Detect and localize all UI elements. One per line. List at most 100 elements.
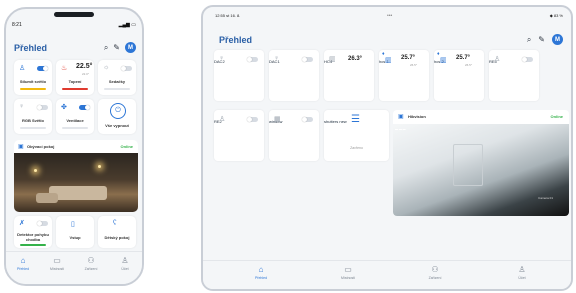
nav-mistnosti[interactable]: ▭ Místnosti: [40, 257, 74, 272]
sun-icon: ☼: [103, 64, 110, 71]
heating-icon: ▥: [329, 56, 336, 63]
tile-label: Dětský pokoj: [104, 235, 130, 240]
window-icon: ▦: [274, 116, 281, 123]
tile-label: shutters new: [324, 119, 347, 124]
tile-label: Vše vypnout: [105, 123, 129, 128]
temperature-value: 26.3°: [348, 56, 363, 62]
toggle-switch[interactable]: [37, 221, 48, 226]
nav-label: Účet: [121, 267, 129, 271]
tile-detsky-pokoj[interactable]: ʕ Dětský pokoj: [98, 216, 136, 248]
wall-object: [453, 144, 483, 186]
toggle-switch[interactable]: [247, 117, 258, 122]
user-icon: ♙: [121, 256, 129, 265]
nav-zarizeni[interactable]: ⚇ Zařízení: [74, 257, 108, 272]
tile-detektor-pohybu[interactable]: ✗ Detektor pohybu chodba: [14, 216, 52, 248]
ceiling-light-icon: ♙: [19, 65, 26, 72]
tile-hcs2[interactable]: ♦ ▥ 25.7° 26.5° hcs 2: [434, 50, 484, 101]
tile-re2[interactable]: ♙ RE2: [214, 110, 264, 161]
tile-vse-vypnout[interactable]: ⏻ Vše vypnout: [98, 99, 136, 134]
edit-icon[interactable]: ✎: [538, 35, 545, 44]
tile-shutters-new[interactable]: ☰ shutters new Zavřeno: [324, 110, 389, 161]
tile-label: RGB Světlo: [21, 118, 44, 123]
phone-status-bar: 8:21 ▂▄▆ ▭: [12, 22, 136, 32]
camera-feed-image[interactable]: [14, 153, 138, 212]
nav-prehled[interactable]: ⌂ Přehled: [244, 265, 278, 281]
tile-label: Sedačky: [108, 79, 126, 84]
camera-icon: ▣: [398, 114, 404, 120]
tile-sedacky[interactable]: ☼ Sedačky: [98, 60, 136, 95]
phone-notch: [54, 12, 94, 17]
tile-vstup[interactable]: ▯ Vstup: [56, 216, 94, 248]
avatar[interactable]: M: [125, 42, 136, 53]
camera-overlay-label: Camera 01: [538, 196, 553, 200]
camera-timestamp: ▬ ▬ ▬: [395, 127, 406, 131]
avatar[interactable]: M: [552, 34, 563, 45]
nav-label: Zařízení: [84, 267, 98, 271]
sofa-icon: ▭: [344, 265, 352, 274]
nav-prehled[interactable]: ⌂ Přehled: [6, 257, 40, 272]
tile-rgb-svetlo[interactable]: ♀ RGB Světlo: [14, 99, 52, 134]
phone-frame: 8:21 ▂▄▆ ▭ Přehled ⌕ ✎ M ♙ Stlumit světl…: [4, 7, 144, 286]
camera-feed-image[interactable]: ▬ ▬ ▬ Camera 01: [393, 124, 569, 216]
motion-icon: ✗: [19, 220, 25, 227]
tablet-status-time: 12:55 st 16. 8.: [215, 13, 241, 18]
bulb-icon: ♀: [219, 55, 225, 62]
tile-re5[interactable]: ♙ RE5: [489, 50, 539, 101]
shutters-icon: ☰: [351, 114, 360, 125]
tile-dac1[interactable]: ♀ DAC1: [269, 50, 319, 101]
devices-icon: ⚇: [431, 265, 439, 274]
toggle-switch[interactable]: [121, 66, 132, 71]
tile-stlumit-svetlo[interactable]: ♙ Stlumit světlo: [14, 60, 52, 95]
tile-hc4[interactable]: ▥ 26.3° HC4: [324, 50, 374, 101]
camera-icon: ▣: [18, 144, 24, 150]
camera-name: Obývací pokoj: [27, 144, 55, 149]
status-bar: [62, 127, 88, 129]
tile-ventilace[interactable]: ✤ Ventilace: [56, 99, 94, 134]
bottom-nav: ⌂ Přehled ▭ Místnosti ⚇ Zařízení ♙ Účet: [203, 260, 571, 289]
nav-label: Přehled: [254, 276, 268, 280]
edit-icon[interactable]: ✎: [113, 43, 120, 52]
camera-card[interactable]: ▣ Obývací pokoj Online: [14, 140, 138, 212]
nav-zarizeni[interactable]: ⚇ Zařízení: [418, 265, 452, 281]
phone-status-time: 8:21: [12, 22, 22, 28]
tile-label: Vstup: [69, 235, 81, 240]
signal-battery-icon: ▂▄▆ ▭: [118, 22, 136, 28]
nav-mistnosti[interactable]: ▭ Místnosti: [331, 265, 365, 281]
toggle-switch[interactable]: [37, 66, 48, 71]
armchair-shape: [36, 193, 58, 203]
home-icon: ⌂: [258, 265, 264, 274]
search-icon[interactable]: ⌕: [104, 43, 108, 52]
ceiling-light-icon: ♙: [494, 56, 501, 63]
toggle-switch[interactable]: [302, 57, 313, 62]
tile-window[interactable]: ▦ window: [269, 110, 319, 161]
heating-icon: ▥: [385, 57, 392, 64]
camera-card[interactable]: ▣ Hikvision Online ▬ ▬ ▬ Camera 01: [393, 110, 569, 216]
lamp-light: [98, 165, 101, 168]
nav-ucet[interactable]: ♙ Účet: [108, 256, 142, 272]
nav-ucet[interactable]: ♙ Účet: [505, 266, 539, 281]
status-bar: [62, 88, 88, 90]
wifi-battery: ◆ 83 %: [550, 13, 563, 18]
toggle-switch[interactable]: [247, 57, 258, 62]
toggle-switch[interactable]: [302, 117, 313, 122]
search-icon[interactable]: ⌕: [527, 35, 531, 44]
power-icon: ⏻: [110, 103, 126, 119]
nav-label: Zařízení: [428, 276, 442, 280]
tile-hcs1[interactable]: ♦ ▥ 25.7° 26.5° hcs 1: [379, 50, 429, 101]
shutters-state: Zavřeno: [350, 146, 363, 150]
toggle-switch[interactable]: [522, 57, 533, 62]
status-bar: [20, 88, 46, 90]
tile-dac2[interactable]: ♀ DAC2: [214, 50, 264, 101]
tile-label: Topení: [68, 79, 82, 84]
toggle-switch[interactable]: [79, 105, 90, 110]
heating-icon: ♨: [61, 65, 68, 72]
tile-label: Detektor pohybu chodba: [17, 232, 49, 242]
bear-icon: ʕ: [113, 220, 117, 227]
nav-label: Místnosti: [340, 276, 355, 280]
nav-label: Přehled: [16, 267, 30, 271]
temperature-target: 26.5°: [410, 63, 418, 67]
heating-icon: ▥: [440, 57, 447, 64]
toggle-switch[interactable]: [37, 105, 48, 110]
tile-topeni[interactable]: ♨ 22.5° 22.0° Topení: [56, 60, 94, 95]
page-title: Přehled: [14, 43, 48, 53]
